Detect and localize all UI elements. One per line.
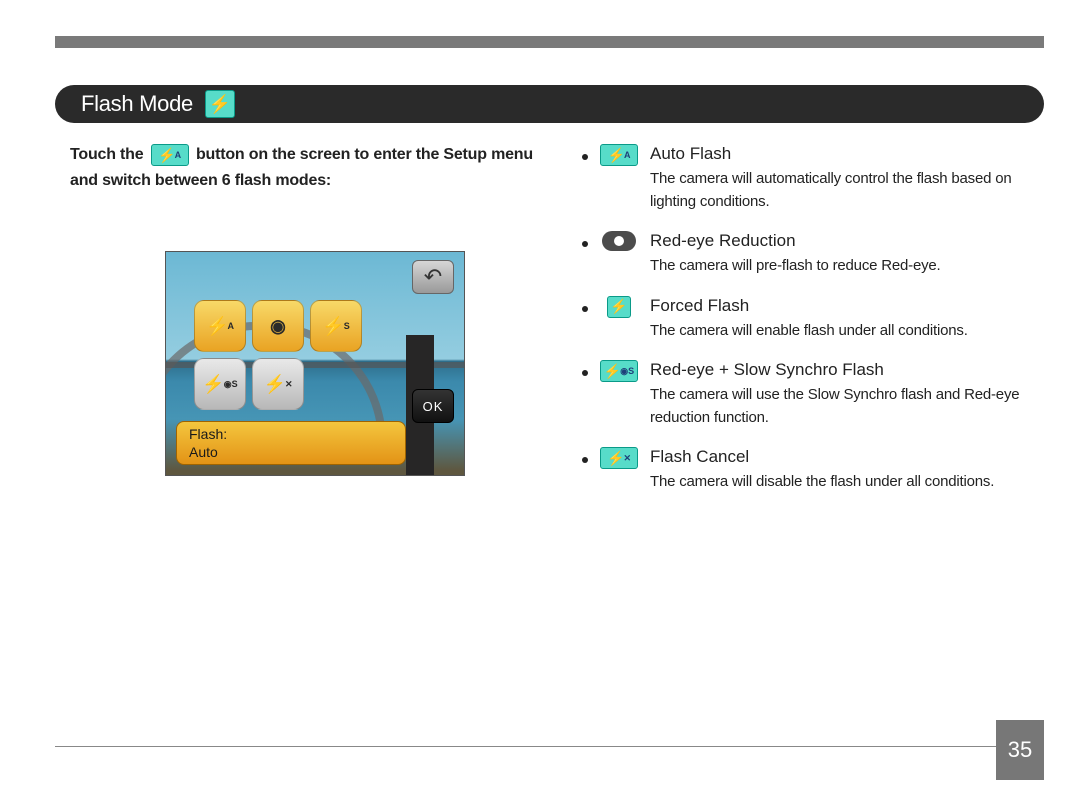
list-item: ⚡ Forced Flash The camera will enable fl… [582, 294, 1034, 343]
redeye-slow-button[interactable]: ⚡◉S [194, 358, 246, 410]
flash-status-label: Flash: Auto [176, 421, 406, 465]
red-eye-button[interactable]: ◉ [252, 300, 304, 352]
camera-preview: ↶ ⚡A ◉ ⚡S ⚡◉S ⚡✕ OK Flash: Auto [165, 251, 465, 476]
section-header: Flash Mode ⚡ [55, 85, 1044, 123]
mode-title: Flash Cancel [650, 447, 1034, 467]
flash-status-prefix: Flash: [189, 426, 393, 444]
left-column: Touch the ⚡A button on the screen to ent… [70, 142, 540, 510]
mode-desc: The camera will automatically control th… [650, 168, 1034, 213]
bullet-icon [582, 370, 588, 376]
flash-status-value: Auto [189, 444, 393, 462]
flash-auto-button[interactable]: ⚡A [194, 300, 246, 352]
flash-mode-row-1: ⚡A ◉ ⚡S [194, 300, 362, 352]
page-content: Touch the ⚡A button on the screen to ent… [70, 142, 1034, 510]
flash-auto-icon: ⚡A [600, 144, 638, 166]
mode-desc: The camera will enable flash under all c… [650, 320, 1034, 343]
intro-text: Touch the ⚡A button on the screen to ent… [70, 142, 540, 193]
bullet-icon [582, 241, 588, 247]
mode-title: Auto Flash [650, 144, 1034, 164]
top-bar [55, 36, 1044, 48]
flash-slow-redeye-icon: ⚡◉S [600, 360, 638, 382]
flash-icon: ⚡ [205, 90, 235, 118]
back-button[interactable]: ↶ [412, 260, 454, 294]
list-item: ⚡◉S Red-eye + Slow Synchro Flash The cam… [582, 358, 1034, 429]
mode-desc: The camera will disable the flash under … [650, 471, 1034, 494]
flash-slow-button[interactable]: ⚡S [310, 300, 362, 352]
page-number: 35 [996, 720, 1044, 780]
eye-icon [602, 231, 636, 251]
flash-mode-row-2: ⚡◉S ⚡✕ [194, 358, 304, 410]
flash-mode-list: ⚡A Auto Flash The camera will automatica… [582, 142, 1034, 494]
mode-desc: The camera will use the Slow Synchro fla… [650, 384, 1034, 429]
bullet-icon [582, 306, 588, 312]
list-item: ⚡A Auto Flash The camera will automatica… [582, 142, 1034, 213]
bullet-icon [582, 457, 588, 463]
flash-cancel-button[interactable]: ⚡✕ [252, 358, 304, 410]
mode-title: Forced Flash [650, 296, 1034, 316]
ok-button[interactable]: OK [412, 389, 454, 423]
flash-icon: ⚡ [607, 296, 631, 318]
bullet-icon [582, 154, 588, 160]
right-column: ⚡A Auto Flash The camera will automatica… [570, 142, 1034, 510]
mode-title: Red-eye + Slow Synchro Flash [650, 360, 1034, 380]
intro-before: Touch the [70, 146, 143, 163]
mode-title: Red-eye Reduction [650, 231, 1034, 251]
footer-divider [55, 746, 998, 747]
mode-desc: The camera will pre-flash to reduce Red-… [650, 255, 1034, 278]
flash-cancel-icon: ⚡✕ [600, 447, 638, 469]
list-item: Red-eye Reduction The camera will pre-fl… [582, 229, 1034, 278]
flash-auto-icon: ⚡A [151, 144, 189, 166]
section-title: Flash Mode [81, 91, 193, 117]
list-item: ⚡✕ Flash Cancel The camera will disable … [582, 445, 1034, 494]
